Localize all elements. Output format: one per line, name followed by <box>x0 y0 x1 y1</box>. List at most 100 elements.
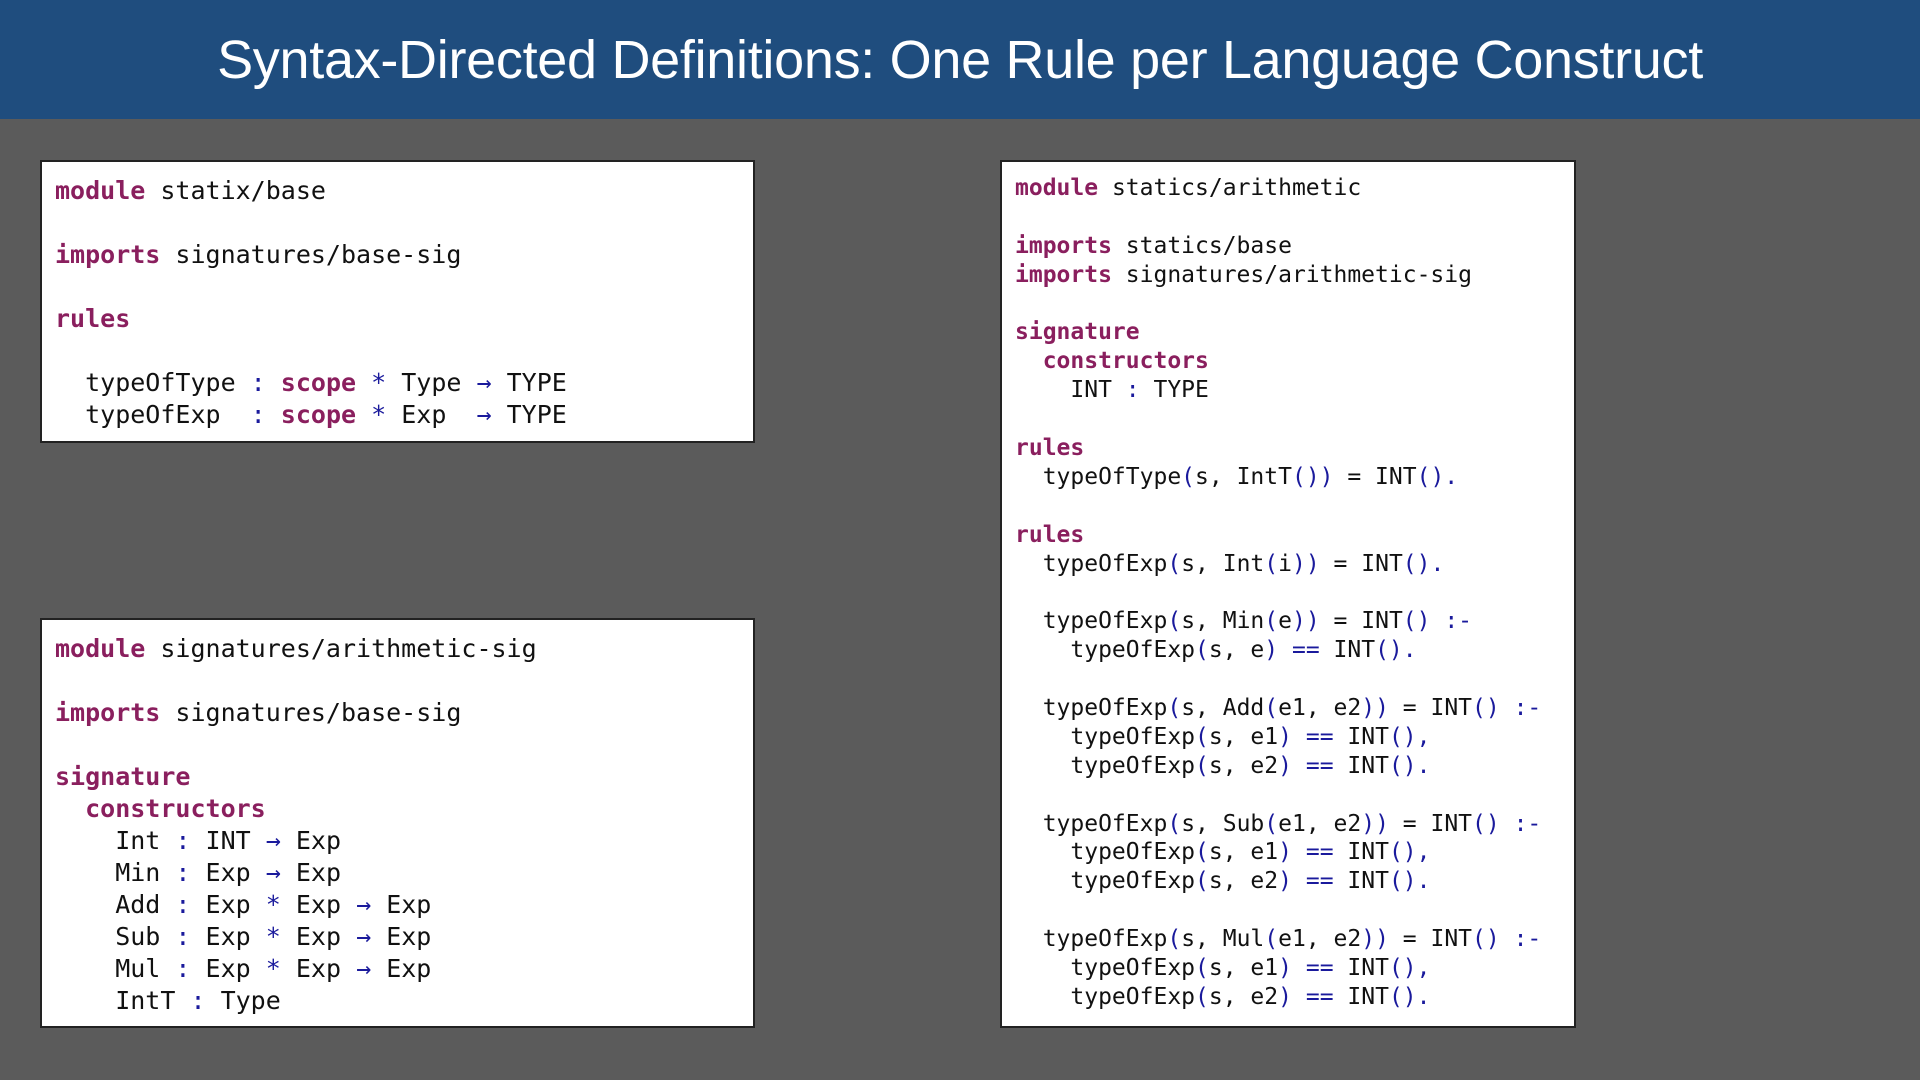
code-text: typeOfExp <box>1015 868 1196 895</box>
code-keyword: imports <box>1015 261 1112 288</box>
code-operator: (). <box>1375 637 1417 664</box>
code-operator: → <box>265 826 281 855</box>
code-operator: ( <box>1167 695 1182 722</box>
code-text: Exp <box>371 922 432 951</box>
code-text: statics/base <box>1111 232 1292 259</box>
code-text: Type <box>205 986 281 1015</box>
code-line: Sub : Exp * Exp → Exp <box>55 921 753 953</box>
code-operator: : <box>175 922 191 951</box>
code-operator: ( <box>1195 723 1209 750</box>
code-text: s, e1 <box>1208 839 1279 866</box>
code-keyword: imports <box>1015 232 1112 259</box>
code-operator: ( <box>1264 810 1279 837</box>
code-operator: * <box>265 954 281 983</box>
code-text: INT <box>1319 637 1376 664</box>
code-text: Exp <box>190 922 266 951</box>
code-text: Exp <box>190 954 266 983</box>
code-text: Exp <box>280 954 357 983</box>
code-line: imports signatures/base-sig <box>55 239 753 271</box>
code-text: signatures/arithmetic-sig <box>145 634 537 663</box>
code-line: rules <box>1015 521 1574 550</box>
title-bar: Syntax-Directed Definitions: One Rule pe… <box>0 0 1920 119</box>
code-line: imports signatures/arithmetic-sig <box>1015 261 1574 290</box>
code-text: s, Int <box>1181 550 1265 577</box>
code-operator: () :- <box>1472 926 1542 953</box>
code-text: typeOfExp <box>1015 550 1168 577</box>
code-text: s, Add <box>1181 695 1265 722</box>
code-operator: ( <box>1195 983 1209 1010</box>
code-line: Min : Exp → Exp <box>55 857 753 889</box>
code-operator: : <box>1125 377 1140 404</box>
code-text: INT <box>1333 983 1389 1010</box>
code-line: signature <box>55 761 753 793</box>
code-line: typeOfExp(s, e2) == INT(). <box>1015 867 1574 896</box>
code-keyword: module <box>1015 175 1099 201</box>
code-text: e <box>1278 608 1292 635</box>
code-text: s, e2 <box>1208 868 1279 895</box>
code-keyword: constructors <box>55 794 266 823</box>
code-keyword: rules <box>55 304 131 333</box>
code-line: typeOfExp(s, Sub(e1, e2)) = INT() :- <box>1015 810 1574 839</box>
code-operator: ( <box>1264 695 1279 722</box>
code-text: Exp <box>280 826 342 855</box>
code-operator: ) <box>1264 637 1279 664</box>
code-text: typeOfExp <box>1015 955 1196 982</box>
code-line: Mul : Exp * Exp → Exp <box>55 953 753 985</box>
code-operator: == <box>1305 752 1334 779</box>
code-operator: ( <box>1264 926 1279 953</box>
code-operator: ( <box>1195 637 1209 664</box>
code-operator: )) <box>1361 695 1389 722</box>
code-keyword: constructors <box>1015 348 1209 375</box>
code-line: typeOfType(s, IntT()) = INT(). <box>1015 463 1574 492</box>
code-operator: == <box>1305 723 1334 750</box>
code-operator: )) <box>1361 810 1389 837</box>
code-text: s, Sub <box>1181 810 1265 837</box>
code-keyword: signature <box>55 762 191 791</box>
code-line: typeOfExp(s, e) == INT(). <box>1015 636 1574 665</box>
code-text: INT <box>1333 752 1389 779</box>
code-text: IntT <box>55 986 191 1015</box>
code-operator: (). <box>1402 550 1445 577</box>
code-operator: (). <box>1416 463 1459 490</box>
code-text: INT <box>1333 868 1389 895</box>
code-text: Sub <box>55 922 176 951</box>
code-text: Type <box>386 368 477 397</box>
code-operator: () :- <box>1472 810 1542 837</box>
code-line: imports statics/base <box>1015 232 1574 261</box>
code-line: imports signatures/base-sig <box>55 697 753 729</box>
code-text: = INT <box>1388 810 1473 837</box>
code-operator: ) <box>1278 839 1292 866</box>
code-operator: (), <box>1388 839 1431 866</box>
code-operator: () :- <box>1402 608 1473 635</box>
code-operator: ) <box>1278 868 1292 895</box>
code-text: Mul <box>55 954 176 983</box>
code-operator: : <box>175 826 191 855</box>
code-text: s, Min <box>1181 608 1265 635</box>
code-text: typeOfExp <box>1015 608 1168 635</box>
code-operator: ( <box>1195 868 1209 895</box>
code-operator: == <box>1305 839 1334 866</box>
code-operator: == <box>1305 868 1334 895</box>
code-line: signature <box>1015 318 1574 347</box>
code-operator: )) <box>1361 926 1389 953</box>
code-text: TYPE <box>1139 377 1209 404</box>
code-text: statix/base <box>145 176 326 205</box>
code-operator: : <box>190 986 206 1015</box>
code-operator: () :- <box>1472 695 1542 722</box>
code-text: s, e1 <box>1208 955 1279 982</box>
code-operator: : <box>175 890 191 919</box>
code-operator: ( <box>1167 926 1182 953</box>
code-text: = INT <box>1319 550 1403 577</box>
code-operator: * <box>265 890 281 919</box>
code-operator: ( <box>1195 752 1209 779</box>
